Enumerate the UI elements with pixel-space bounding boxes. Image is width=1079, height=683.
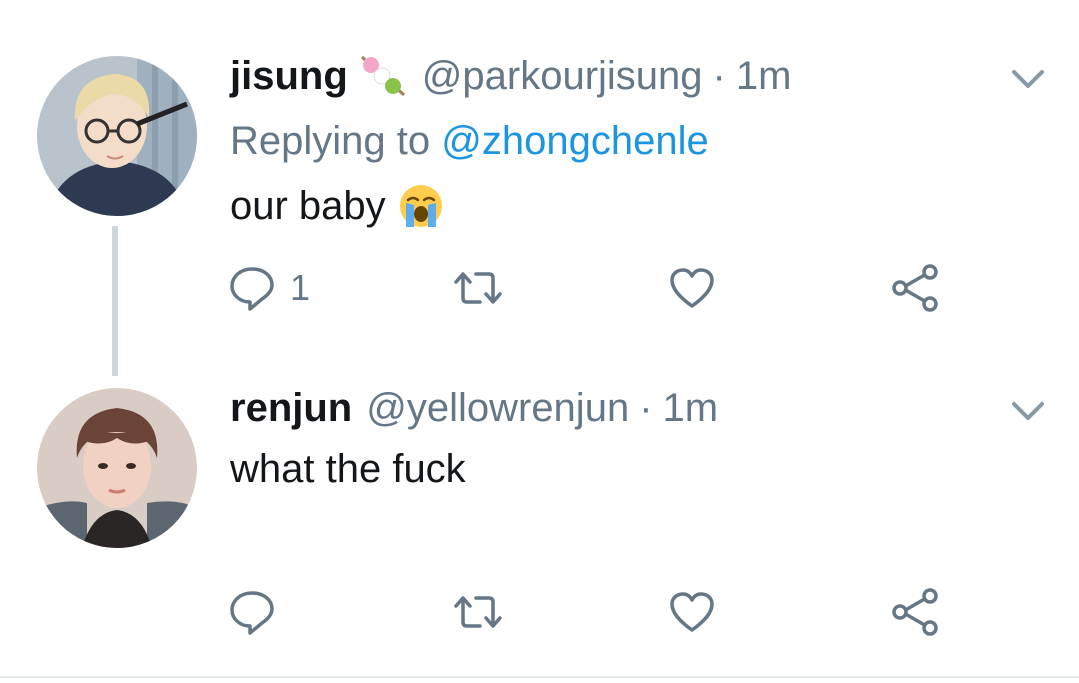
separator-dot: · [712,54,726,98]
like-button[interactable] [668,587,730,637]
reply-button[interactable] [228,587,290,637]
retweet-button[interactable] [452,587,518,637]
share-button[interactable] [890,587,940,637]
replying-to-mention[interactable]: @zhongchenle [441,119,708,163]
user-handle[interactable]: @yellowrenjun [366,385,629,431]
share-icon [892,264,938,312]
chevron-down-icon[interactable] [1008,398,1048,424]
display-name[interactable]: jisung [230,53,348,99]
retweet-icon [454,272,502,304]
thread-connector-line [112,226,118,376]
like-button[interactable] [668,263,730,313]
divider [0,676,1079,678]
avatar-photo [37,388,197,548]
heart-icon [670,268,714,308]
reply-icon [230,267,274,311]
tweet-body: our baby [230,184,386,228]
share-icon [892,588,938,636]
retweet-button[interactable] [452,263,518,313]
replying-to-label: Replying to [230,119,431,163]
tweet-header: renjun @yellowrenjun · 1m [230,385,718,431]
reply-icon [230,591,274,635]
replying-to-line: Replying to @zhongchenle [230,118,709,164]
loudly-crying-face-emoji-icon [398,183,444,229]
display-name[interactable]: renjun [230,385,352,431]
tweet-header: jisung @parkourjisung · 1m [230,53,791,99]
timestamp[interactable]: 1m [736,53,792,99]
reply-button[interactable]: 1 [228,263,310,313]
heart-icon [670,592,714,632]
dango-emoji-icon [358,53,408,99]
retweet-icon [454,596,502,628]
avatar[interactable] [37,388,197,548]
tweet-text: what the fuck [230,446,466,492]
reply-count: 1 [290,267,311,308]
tweet-text: our baby [230,183,444,229]
chevron-down-icon[interactable] [1008,66,1048,92]
tweet-body: what the fuck [230,447,466,491]
timestamp[interactable]: 1m [663,385,719,431]
share-button[interactable] [890,263,940,313]
avatar[interactable] [37,56,197,216]
user-handle[interactable]: @parkourjisung [422,53,703,99]
avatar-photo [37,56,197,216]
separator-dot: · [639,386,653,430]
